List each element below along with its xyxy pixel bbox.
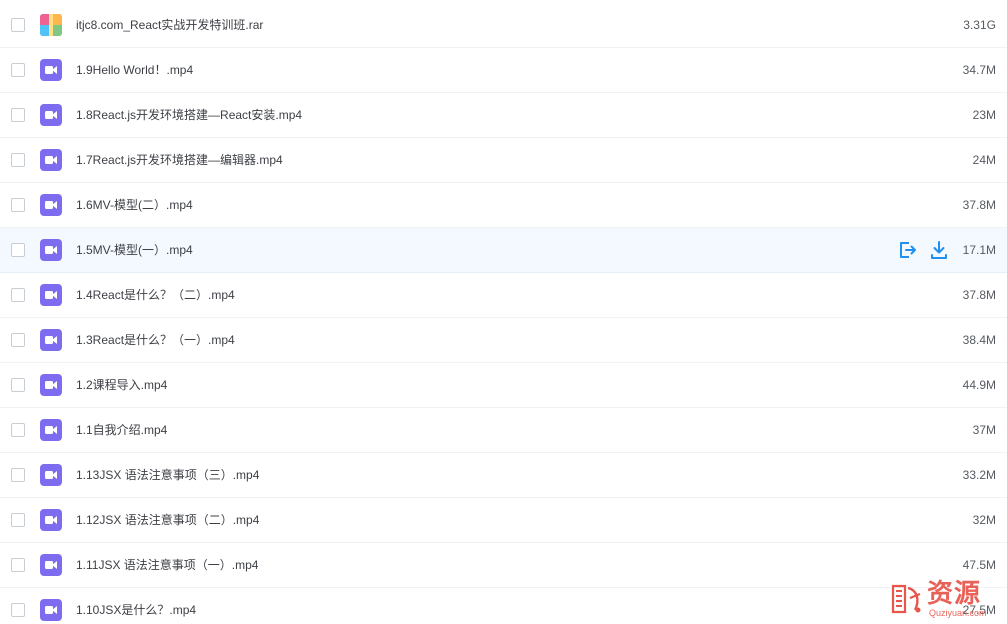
- video-file-icon: [40, 554, 62, 576]
- file-name[interactable]: 1.10JSX是什么？.mp4: [76, 602, 196, 618]
- row-checkbox[interactable]: [11, 288, 25, 302]
- file-size: 37.8M: [962, 288, 996, 302]
- file-name[interactable]: 1.2课程导入.mp4: [76, 377, 167, 393]
- file-name[interactable]: 1.12JSX 语法注意事项（二）.mp4: [76, 512, 259, 528]
- file-size: 33.2M: [962, 468, 996, 482]
- row-checkbox[interactable]: [11, 243, 25, 257]
- share-icon[interactable]: [897, 240, 917, 260]
- file-row[interactable]: 1.1自我介绍.mp4 37M: [0, 408, 1007, 453]
- file-row[interactable]: 1.10JSX是什么？.mp4 27.5M: [0, 588, 1007, 624]
- file-row[interactable]: 1.8React.js开发环境搭建—React安装.mp4 23M: [0, 93, 1007, 138]
- file-size: 44.9M: [962, 378, 996, 392]
- file-size: 23M: [972, 108, 996, 122]
- file-size: 24M: [972, 153, 996, 167]
- file-row[interactable]: 1.2课程导入.mp4 44.9M: [0, 363, 1007, 408]
- file-name[interactable]: 1.11JSX 语法注意事项（一）.mp4: [76, 557, 259, 573]
- row-checkbox[interactable]: [11, 378, 25, 392]
- video-file-icon: [40, 59, 62, 81]
- file-row[interactable]: 1.13JSX 语法注意事项（三）.mp4 33.2M: [0, 453, 1007, 498]
- file-row[interactable]: itjc8.com_React实战开发特训班.rar 3.31G: [0, 3, 1007, 48]
- row-checkbox[interactable]: [11, 603, 25, 617]
- video-file-icon: [40, 419, 62, 441]
- file-list: itjc8.com_React实战开发特训班.rar 3.31G 1.9Hello …: [0, 0, 1007, 624]
- row-actions: [897, 240, 953, 260]
- file-row[interactable]: 1.9Hello World！.mp4 34.7M: [0, 48, 1007, 93]
- video-file-icon: [40, 239, 62, 261]
- file-size: 37.8M: [962, 198, 996, 212]
- watermark-subtext: Quziyuan.com: [929, 608, 987, 618]
- archive-icon: [40, 14, 62, 36]
- video-file-icon: [40, 284, 62, 306]
- file-name[interactable]: 1.7React.js开发环境搭建—编辑器.mp4: [76, 152, 283, 168]
- file-name[interactable]: 1.4React是什么？（二）.mp4: [76, 287, 235, 303]
- video-file-icon: [40, 599, 62, 621]
- file-size: 17.1M: [962, 243, 996, 257]
- watermark-logo-icon: [891, 584, 921, 614]
- file-row[interactable]: 1.11JSX 语法注意事项（一）.mp4 47.5M: [0, 543, 1007, 588]
- file-name[interactable]: 1.8React.js开发环境搭建—React安装.mp4: [76, 107, 302, 123]
- row-checkbox[interactable]: [11, 198, 25, 212]
- file-size: 37M: [972, 423, 996, 437]
- file-size: 34.7M: [962, 63, 996, 77]
- file-size: 47.5M: [962, 558, 996, 572]
- video-file-icon: [40, 104, 62, 126]
- row-checkbox[interactable]: [11, 63, 25, 77]
- file-name[interactable]: 1.9Hello World！.mp4: [76, 62, 193, 78]
- row-checkbox[interactable]: [11, 333, 25, 347]
- row-checkbox[interactable]: [11, 423, 25, 437]
- file-row[interactable]: 1.5MV-模型(一）.mp4 17.1M: [0, 228, 1007, 273]
- row-checkbox[interactable]: [11, 153, 25, 167]
- file-row[interactable]: 1.6MV-模型(二）.mp4 37.8M: [0, 183, 1007, 228]
- row-checkbox[interactable]: [11, 513, 25, 527]
- file-name[interactable]: itjc8.com_React实战开发特训班.rar: [76, 17, 263, 33]
- file-row[interactable]: 1.12JSX 语法注意事项（二）.mp4 32M: [0, 498, 1007, 543]
- watermark-text: 资源: [927, 578, 982, 608]
- file-row[interactable]: 1.7React.js开发环境搭建—编辑器.mp4 24M: [0, 138, 1007, 183]
- file-row[interactable]: 1.3React是什么？（一）.mp4 38.4M: [0, 318, 1007, 363]
- video-file-icon: [40, 149, 62, 171]
- row-checkbox[interactable]: [11, 468, 25, 482]
- file-name[interactable]: 1.6MV-模型(二）.mp4: [76, 197, 193, 213]
- row-checkbox[interactable]: [11, 18, 25, 32]
- video-file-icon: [40, 329, 62, 351]
- file-row[interactable]: 1.4React是什么？（二）.mp4 37.8M: [0, 273, 1007, 318]
- file-name[interactable]: 1.13JSX 语法注意事项（三）.mp4: [76, 467, 259, 483]
- video-file-icon: [40, 374, 62, 396]
- video-file-icon: [40, 509, 62, 531]
- file-name[interactable]: 1.5MV-模型(一）.mp4: [76, 242, 193, 258]
- file-size: 32M: [972, 513, 996, 527]
- row-checkbox[interactable]: [11, 108, 25, 122]
- download-icon[interactable]: [929, 240, 949, 260]
- video-file-icon: [40, 464, 62, 486]
- watermark: 资源 Quziyuan.com: [887, 578, 1003, 622]
- file-name[interactable]: 1.3React是什么？（一）.mp4: [76, 332, 235, 348]
- file-size: 38.4M: [962, 333, 996, 347]
- video-file-icon: [40, 194, 62, 216]
- file-size: 3.31G: [963, 18, 996, 32]
- row-checkbox[interactable]: [11, 558, 25, 572]
- file-name[interactable]: 1.1自我介绍.mp4: [76, 422, 167, 438]
